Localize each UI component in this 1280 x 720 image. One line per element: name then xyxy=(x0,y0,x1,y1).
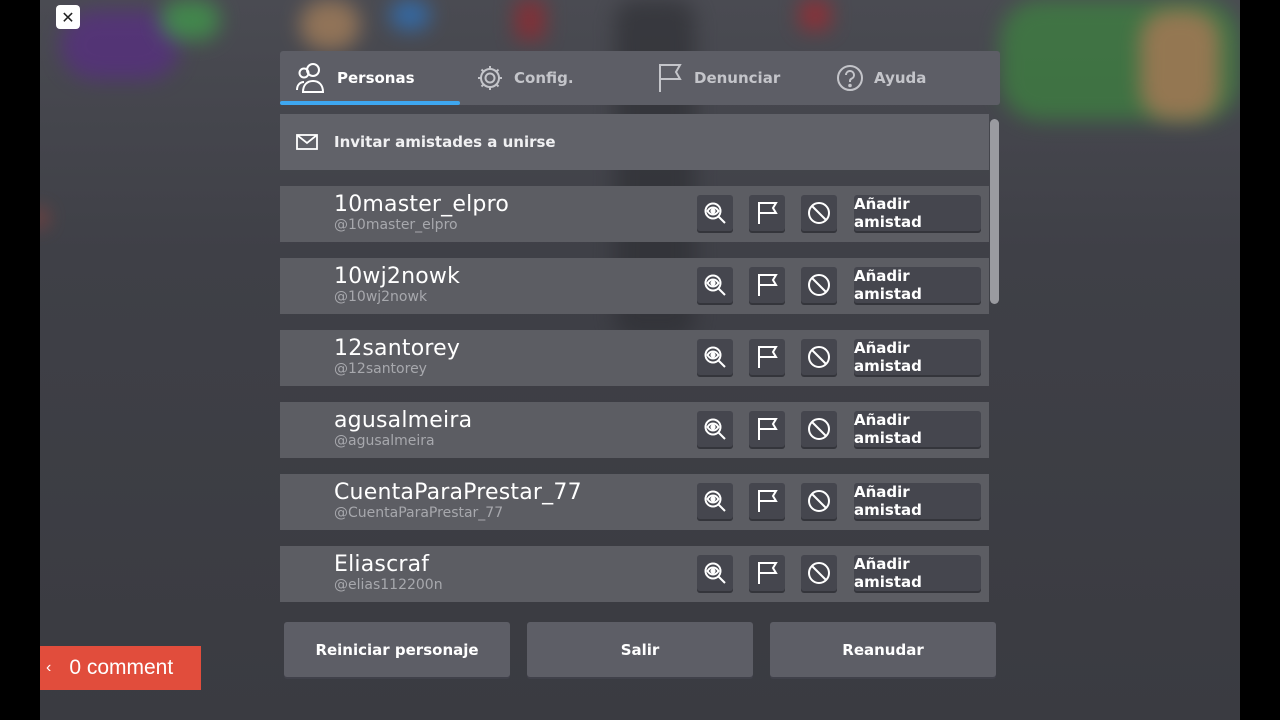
help-icon xyxy=(837,65,863,91)
inspect-icon xyxy=(703,273,727,297)
player-display-name: 12santorey xyxy=(334,336,461,361)
tab-config[interactable]: Config. xyxy=(476,51,574,105)
player-row: agusalmeira @agusalmeira Añadir amistad xyxy=(280,402,989,458)
flag-icon xyxy=(756,273,778,297)
tab-bar: Personas Config. Denunciar Ayuda xyxy=(280,51,1000,105)
flag-icon xyxy=(756,417,778,441)
reset-label: Reiniciar personaje xyxy=(315,640,479,659)
player-username: @CuentaParaPrestar_77 xyxy=(334,505,504,521)
player-display-name: CuentaParaPrestar_77 xyxy=(334,480,582,505)
comment-toggle[interactable]: ‹ 0 comment xyxy=(40,646,201,690)
tab-ayuda[interactable]: Ayuda xyxy=(836,51,926,105)
report-button[interactable] xyxy=(749,483,785,519)
inspect-button[interactable] xyxy=(697,267,733,303)
add-friend-label: Añadir amistad xyxy=(854,195,922,231)
report-button[interactable] xyxy=(749,411,785,447)
block-icon xyxy=(807,273,831,297)
flag-icon xyxy=(756,489,778,513)
player-row: 10master_elpro @10master_elpro Añadir amis… xyxy=(280,186,989,242)
add-friend-button[interactable]: Añadir amistad xyxy=(854,411,981,447)
block-icon xyxy=(807,489,831,513)
chevron-left-icon: ‹ xyxy=(46,659,52,676)
scrollbar-thumb[interactable] xyxy=(990,119,999,304)
resume-button[interactable]: Reanudar xyxy=(770,622,996,677)
report-button[interactable] xyxy=(749,555,785,591)
player-display-name: Eliascraf xyxy=(334,552,430,577)
add-friend-button[interactable]: Añadir amistad xyxy=(854,339,981,375)
report-button[interactable] xyxy=(749,267,785,303)
tab-label: Config. xyxy=(514,69,574,87)
add-friend-button[interactable]: Añadir amistad xyxy=(854,483,981,519)
inspect-button[interactable] xyxy=(697,555,733,591)
add-friend-label: Añadir amistad xyxy=(854,411,922,447)
flag-icon xyxy=(756,561,778,585)
close-icon: ✕ xyxy=(61,7,75,27)
block-icon xyxy=(807,417,831,441)
leave-button[interactable]: Salir xyxy=(527,622,753,677)
tab-personas[interactable]: Personas xyxy=(295,51,415,105)
flag-icon xyxy=(659,64,682,92)
player-username: @elias112200n xyxy=(334,577,443,593)
block-icon xyxy=(807,561,831,585)
invite-label: Invitar amistades a unirse xyxy=(334,133,556,151)
player-display-name: 10wj2nowk xyxy=(334,264,461,289)
block-button[interactable] xyxy=(801,339,837,375)
player-row: Eliascraf @elias112200n Añadir amistad xyxy=(280,546,989,602)
add-friend-button[interactable]: Añadir amistad xyxy=(854,555,981,591)
inspect-button[interactable] xyxy=(697,411,733,447)
mail-icon xyxy=(296,134,318,150)
block-icon xyxy=(807,345,831,369)
leave-label: Salir xyxy=(620,640,660,659)
report-button[interactable] xyxy=(749,195,785,231)
player-row: CuentaParaPrestar_77 @CuentaParaPrestar_7… xyxy=(280,474,989,530)
tab-label: Denunciar xyxy=(694,69,781,87)
block-icon xyxy=(807,201,831,225)
resume-label: Reanudar xyxy=(842,640,924,659)
player-username: @agusalmeira xyxy=(334,433,435,449)
add-friend-label: Añadir amistad xyxy=(854,555,922,591)
invite-friends-button[interactable]: Invitar amistades a unirse xyxy=(280,114,989,170)
inspect-icon xyxy=(703,489,727,513)
inspect-icon xyxy=(703,345,727,369)
add-friend-label: Añadir amistad xyxy=(854,339,922,375)
block-button[interactable] xyxy=(801,411,837,447)
close-menu-button[interactable]: ✕ xyxy=(56,5,80,29)
inspect-icon xyxy=(703,417,727,441)
inspect-button[interactable] xyxy=(697,339,733,375)
tab-denunciar[interactable]: Denunciar xyxy=(656,51,780,105)
block-button[interactable] xyxy=(801,555,837,591)
comment-count: 0 comment xyxy=(69,656,174,679)
tab-label: Personas xyxy=(337,69,415,87)
gear-icon xyxy=(478,66,502,90)
tab-label: Ayuda xyxy=(874,69,927,87)
block-button[interactable] xyxy=(801,483,837,519)
report-button[interactable] xyxy=(749,339,785,375)
add-friend-label: Añadir amistad xyxy=(854,483,922,519)
people-icon xyxy=(296,63,325,93)
block-button[interactable] xyxy=(801,195,837,231)
player-username: @12santorey xyxy=(334,361,427,377)
player-display-name: agusalmeira xyxy=(334,408,473,433)
add-friend-label: Añadir amistad xyxy=(854,267,922,303)
active-tab-indicator xyxy=(280,101,460,105)
player-username: @10wj2nowk xyxy=(334,289,428,305)
player-row: 12santorey @12santorey Añadir amistad xyxy=(280,330,989,386)
player-row: 10wj2nowk @10wj2nowk Añadir amistad xyxy=(280,258,989,314)
flag-icon xyxy=(756,201,778,225)
letterbox-left xyxy=(0,0,40,720)
inspect-button[interactable] xyxy=(697,195,733,231)
inspect-icon xyxy=(703,561,727,585)
add-friend-button[interactable]: Añadir amistad xyxy=(854,267,981,303)
reset-character-button[interactable]: Reiniciar personaje xyxy=(284,622,510,677)
block-button[interactable] xyxy=(801,267,837,303)
add-friend-button[interactable]: Añadir amistad xyxy=(854,195,981,231)
letterbox-right xyxy=(1240,0,1280,720)
flag-icon xyxy=(756,345,778,369)
inspect-icon xyxy=(703,201,727,225)
player-display-name: 10master_elpro xyxy=(334,192,510,217)
player-username: @10master_elpro xyxy=(334,217,458,233)
inspect-button[interactable] xyxy=(697,483,733,519)
